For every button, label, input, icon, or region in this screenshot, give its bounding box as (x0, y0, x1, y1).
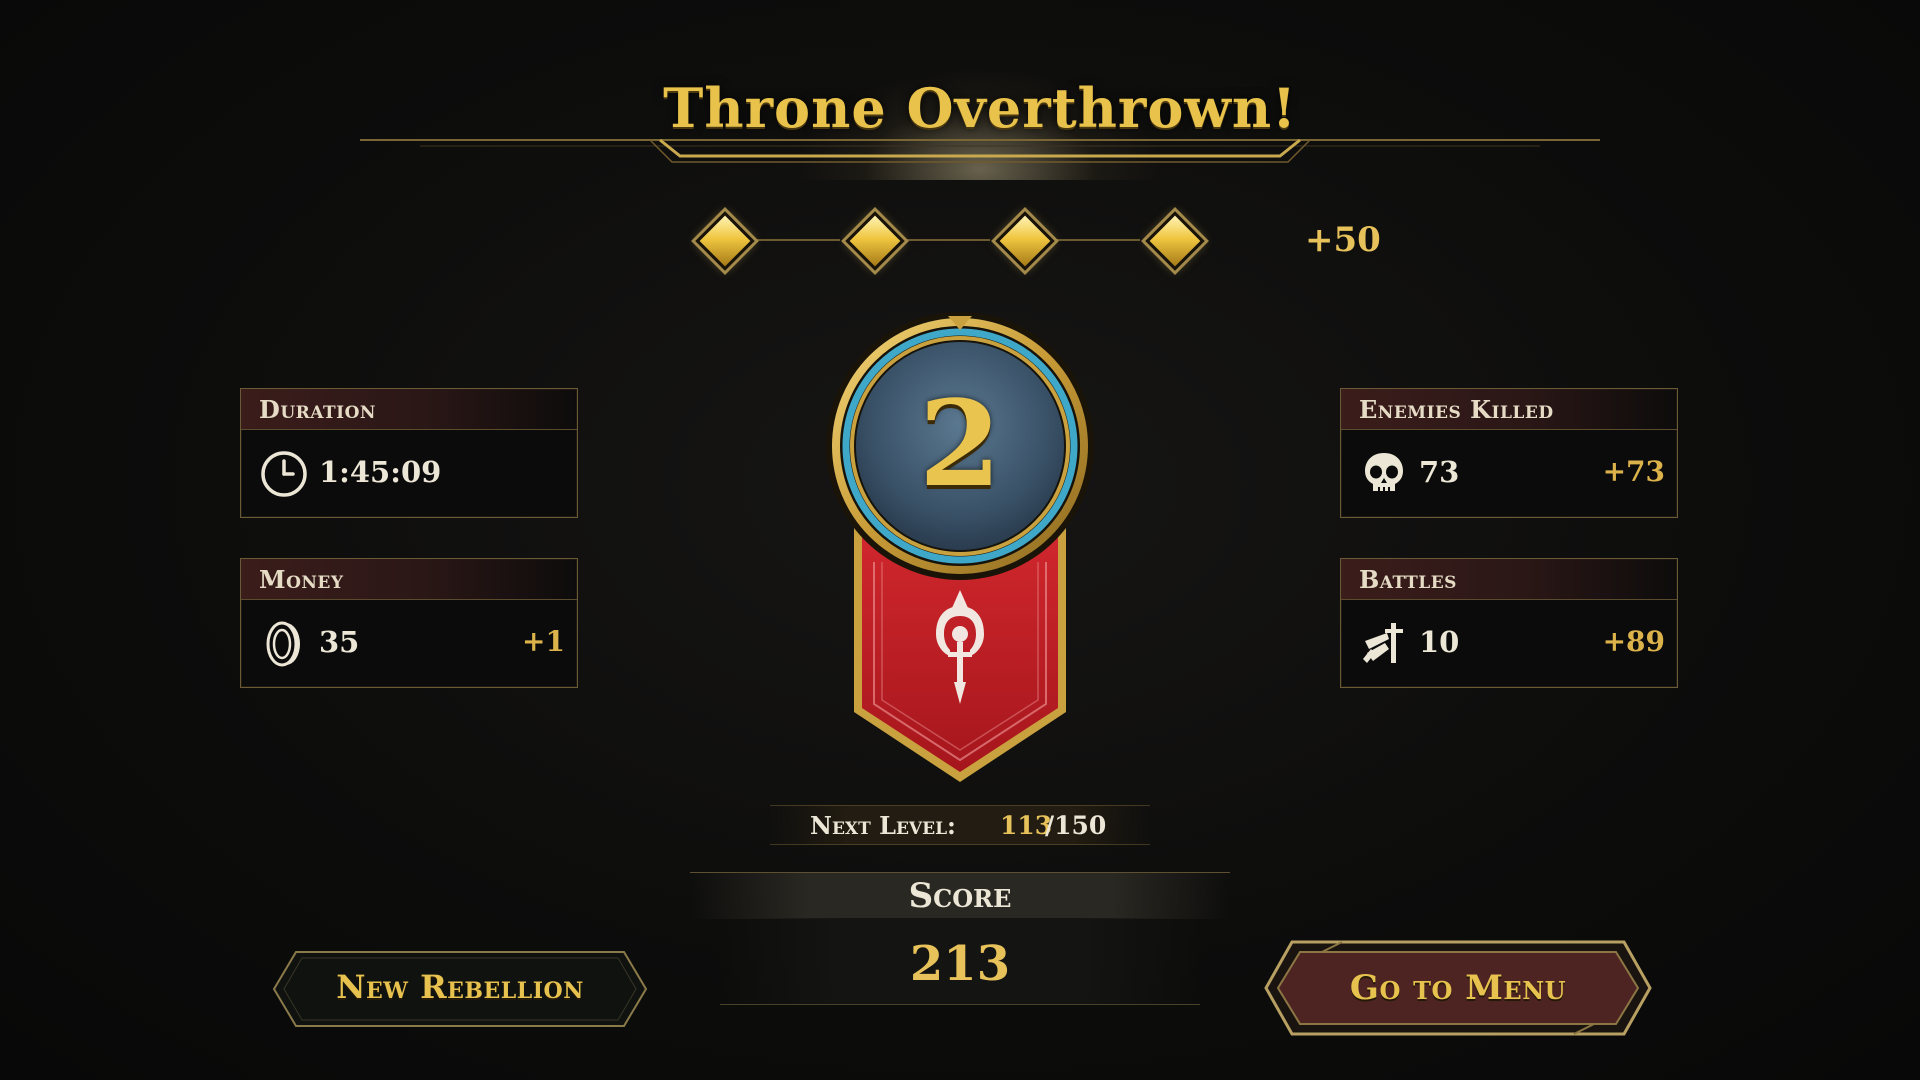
score-value: 213 (909, 936, 1011, 992)
progress-bonus: +50 (1305, 220, 1381, 260)
clock-icon (259, 449, 309, 499)
enemies-killed-panel: Enemies Killed 73 +73 (1340, 388, 1678, 518)
duration-value: 1:45:09 (319, 455, 442, 489)
progress-diamond (845, 211, 905, 271)
title-banner: Throne Overthrown! (360, 60, 1600, 180)
battles-panel: Battles 10 +89 (1340, 558, 1678, 688)
go-to-menu-label: Go to Menu (1349, 968, 1567, 1008)
duration-title: Duration (259, 395, 376, 424)
game-over-screen: Throne Overthrown! +50 Duration 1:45:09 … (0, 0, 1920, 1080)
progress-diamond (695, 211, 755, 271)
progress-diamond (1145, 211, 1205, 271)
enemies-killed-bonus: +73 (1602, 455, 1665, 488)
money-panel: Money 35 +1 (240, 558, 578, 688)
go-to-menu-button[interactable]: Go to Menu (1262, 938, 1654, 1038)
next-level-bar: Next Level: 113 /150 (770, 805, 1150, 845)
battles-bonus: +89 (1602, 625, 1665, 658)
skull-icon (1359, 449, 1409, 499)
enemies-killed-title: Enemies Killed (1359, 395, 1554, 424)
progress-diamond (995, 211, 1055, 271)
panel-header: Duration (241, 389, 577, 430)
score-box: Score 213 (690, 872, 1230, 1008)
duration-panel: Duration 1:45:09 (240, 388, 578, 518)
next-level-label: Next Level: (810, 811, 956, 840)
enemies-killed-value: 73 (1419, 455, 1460, 489)
level-number: 2 (918, 374, 1002, 513)
crossed-swords-icon (1359, 619, 1409, 669)
new-rebellion-label: New Rebellion (336, 968, 584, 1006)
battles-title: Battles (1359, 565, 1457, 594)
score-label: Score (908, 876, 1012, 916)
next-level-total: /150 (1045, 811, 1107, 840)
money-title: Money (259, 565, 344, 594)
page-title: Throne Overthrown! (663, 76, 1297, 140)
level-medal: 2 (820, 312, 1100, 792)
stage-progress: +50 (690, 208, 1390, 272)
panel-header: Battles (1341, 559, 1677, 600)
panel-header: Money (241, 559, 577, 600)
money-bonus: +1 (522, 625, 565, 658)
new-rebellion-button[interactable]: New Rebellion (272, 950, 648, 1028)
money-value: 35 (319, 625, 360, 659)
panel-header: Enemies Killed (1341, 389, 1677, 430)
coin-icon (259, 619, 309, 669)
battles-value: 10 (1419, 625, 1460, 659)
